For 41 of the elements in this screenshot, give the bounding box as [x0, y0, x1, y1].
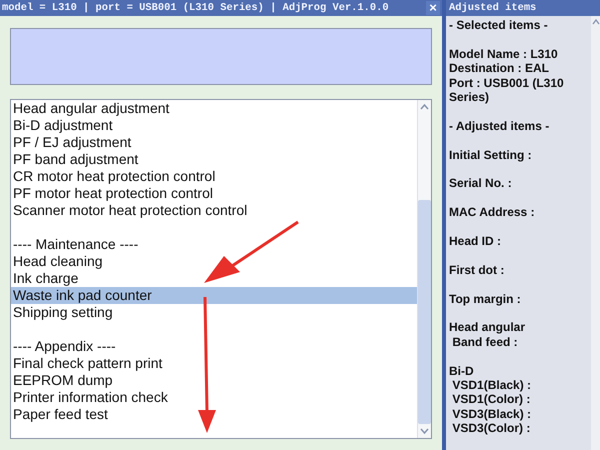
info-text: Serial No. :: [449, 176, 513, 191]
list-item[interactable]: EEPROM dump: [11, 372, 417, 389]
info-text: - Adjusted items -: [449, 118, 550, 134]
scrollbar[interactable]: [417, 100, 431, 438]
list-item[interactable]: Final check pattern print: [11, 355, 417, 372]
section-header[interactable]: ---- Maintenance ----: [11, 236, 417, 253]
info-text: MAC Address :: [449, 205, 536, 220]
list-item[interactable]: PF motor heat protection control: [11, 185, 417, 202]
info-text: VSD1(Color) :: [451, 392, 532, 407]
list-item[interactable]: Waste ink pad counter: [11, 287, 417, 304]
info-text: VSD3(Color) :: [451, 421, 532, 436]
info-text: Band feed :: [451, 334, 519, 350]
scroll-thumb[interactable]: [418, 200, 431, 424]
info-text: VSD1(Black) :: [451, 378, 532, 392]
info-text: Top margin :: [449, 292, 522, 306]
list-item[interactable]: Bi-D adjustment: [11, 117, 417, 134]
close-button[interactable]: ×: [426, 1, 440, 15]
list-item[interactable]: Head angular adjustment: [11, 100, 417, 117]
list-item[interactable]: Ink charge: [11, 270, 417, 287]
info-text: Head angular: [449, 320, 526, 335]
list-item[interactable]: Head cleaning: [11, 253, 417, 270]
panel-title: Adjusted items: [449, 2, 536, 14]
list-item[interactable]: Scanner motor heat protection control: [11, 202, 417, 219]
info-text: First dot :: [449, 262, 506, 278]
info-text: Destination : EAL: [449, 61, 550, 76]
info-text: Model Name : L310: [449, 46, 559, 62]
list-item[interactable]: Paper feed test: [11, 406, 417, 423]
list-item[interactable]: PF / EJ adjustment: [11, 134, 417, 151]
info-text: Port : USB001 (L310 Series): [449, 76, 565, 104]
info-text: Head ID :: [449, 234, 502, 248]
window-title: model = L310 | port = USB001 (L310 Series) | AdjProg Ver.1.0.0: [2, 2, 389, 14]
scrollbar[interactable]: [591, 16, 600, 450]
info-text: Initial Setting :: [449, 148, 533, 162]
info-text: - Selected items -: [449, 18, 549, 32]
list-item[interactable]: Shipping setting: [11, 304, 417, 321]
list-item[interactable]: Printer information check: [11, 389, 417, 406]
info-text: Bi-D: [449, 364, 475, 378]
list-item[interactable]: PF band adjustment: [11, 151, 417, 168]
list-item[interactable]: CR motor heat protection control: [11, 168, 417, 185]
section-header[interactable]: ---- Appendix ----: [11, 338, 417, 355]
info-text: VSD3(Black) :: [451, 406, 532, 422]
